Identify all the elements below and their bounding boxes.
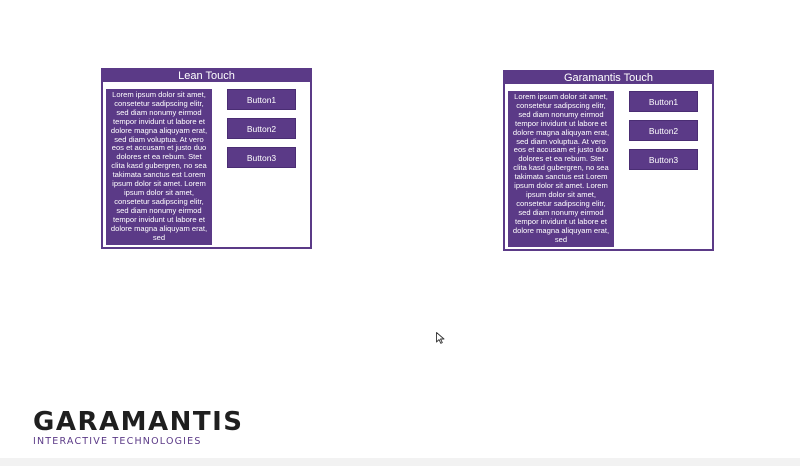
garamantis-logo: GARAMANTIS INTERACTIVE TECHNOLOGIES: [33, 408, 244, 448]
garamantis-touch-text-area[interactable]: Lorem ipsum dolor sit amet, consetetur s…: [508, 91, 614, 247]
garamantis-touch-button-3[interactable]: Button3: [629, 149, 698, 170]
screen: Lean Touch Lorem ipsum dolor sit amet, c…: [0, 0, 800, 466]
lean-touch-panel: Lean Touch Lorem ipsum dolor sit amet, c…: [101, 68, 312, 249]
garamantis-touch-button-1[interactable]: Button1: [629, 91, 698, 112]
lean-touch-title: Lean Touch: [103, 70, 310, 82]
logo-wordmark: GARAMANTIS: [33, 407, 244, 437]
garamantis-touch-title: Garamantis Touch: [505, 72, 712, 84]
mouse-pointer-icon: [436, 332, 445, 344]
bottom-strip: [0, 458, 800, 466]
lean-touch-button-3[interactable]: Button3: [227, 147, 296, 168]
lean-touch-text-area[interactable]: Lorem ipsum dolor sit amet, consetetur s…: [106, 89, 212, 245]
lean-touch-button-1[interactable]: Button1: [227, 89, 296, 110]
logo-tagline: INTERACTIVE TECHNOLOGIES: [33, 436, 202, 447]
lean-touch-button-2[interactable]: Button2: [227, 118, 296, 139]
garamantis-touch-panel: Garamantis Touch Lorem ipsum dolor sit a…: [503, 70, 714, 251]
garamantis-touch-button-2[interactable]: Button2: [629, 120, 698, 141]
